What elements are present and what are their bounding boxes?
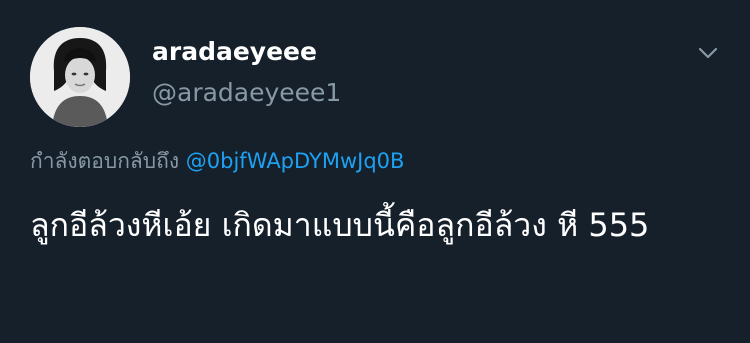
reply-prefix: กำลังตอบกลับถึง [30,149,180,173]
tweet-text: ลูกอีล้วงหีเอ้ย เกิดมาแบบนี้คือลูกอีล้วง… [30,206,650,244]
reply-context: กำลังตอบกลับถึง @0bjfWApDYMwJq0B [30,146,404,176]
profile-photo [30,27,130,127]
user-handle[interactable]: @aradaeyeee1 [152,77,341,109]
more-options-button[interactable] [690,38,726,68]
avatar[interactable] [30,27,130,127]
display-name[interactable]: aradaeyeee [152,36,317,68]
chevron-down-icon [698,47,718,59]
tweet-card: aradaeyeee @aradaeyeee1 กำลังตอบกลับถึง … [0,0,750,343]
reply-mention-link[interactable]: @0bjfWApDYMwJq0B [186,149,405,173]
